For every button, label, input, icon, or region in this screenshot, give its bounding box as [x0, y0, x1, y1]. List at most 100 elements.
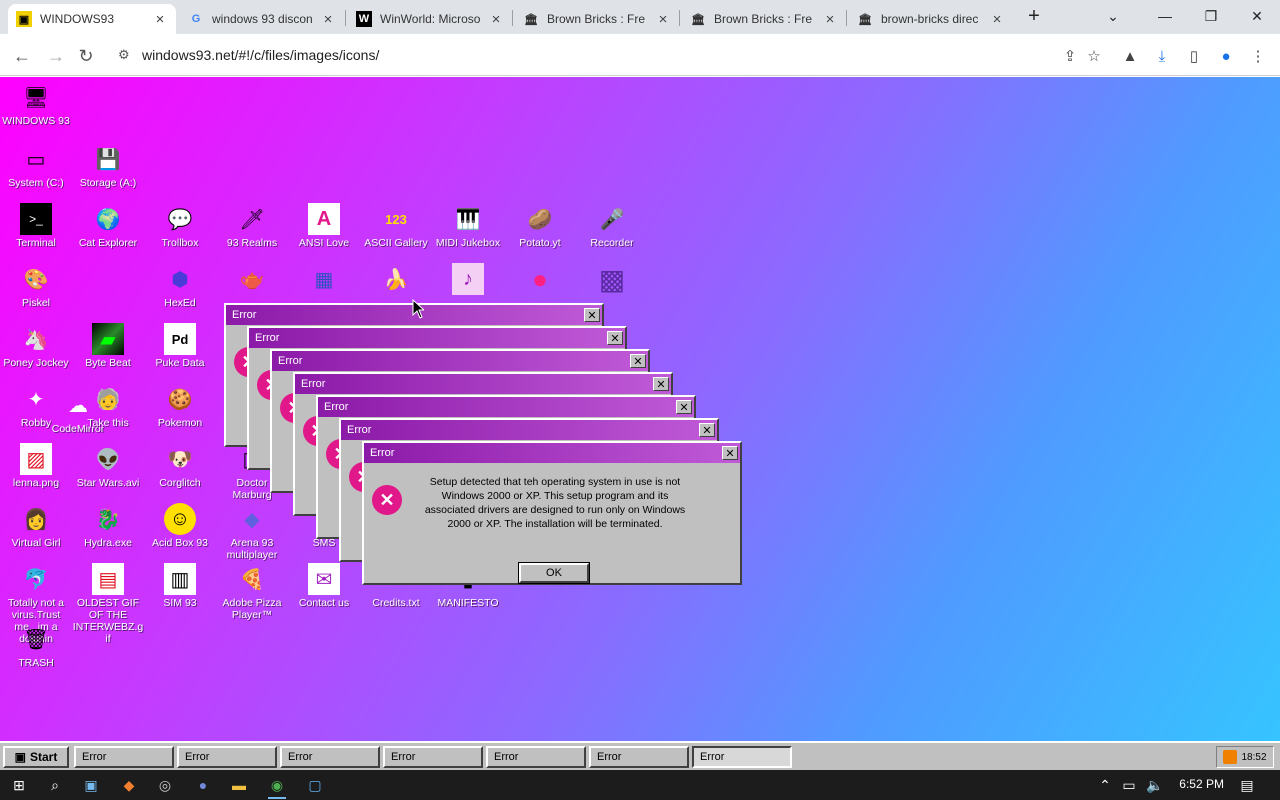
desktop-icon-byte-beat[interactable]: ▰ Byte Beat [72, 323, 144, 369]
close-icon[interactable]: ✕ [699, 423, 715, 437]
tab-google-search[interactable]: G windows 93 discon × [180, 4, 344, 34]
tab-archive-3[interactable]: 🏛 brown-bricks direc × [849, 4, 1013, 34]
tab-archive-2[interactable]: 🏛 Brown Bricks : Fre × [682, 4, 846, 34]
start-button[interactable]: ▣ Start [3, 746, 69, 768]
taskbar-item-error[interactable]: Error [280, 746, 380, 768]
rss-icon[interactable] [1223, 750, 1238, 764]
desktop-icon-potato[interactable]: 🥔 Potato.yt [504, 203, 576, 250]
close-tab-icon[interactable]: × [989, 11, 1005, 28]
desktop-icon-cat-explorer[interactable]: 🌍 Cat Explorer [72, 203, 144, 250]
share-icon[interactable]: ⇪ [1058, 44, 1082, 68]
desktop-icon-adobe-pizza[interactable]: 🍕 Adobe Pizza Player™ [216, 563, 288, 622]
taskbar-item-error[interactable]: Error [589, 746, 689, 768]
close-icon[interactable]: ✕ [722, 446, 738, 460]
close-tab-icon[interactable]: × [655, 11, 671, 28]
close-tab-icon[interactable]: × [822, 11, 838, 28]
desktop-icon-vanda[interactable]: ♪ [432, 263, 504, 295]
taskbar-item-error-active[interactable]: Error [692, 746, 792, 768]
desktop-icon-lenna[interactable]: ▨ lenna.png [0, 443, 72, 489]
settings-app-icon[interactable]: ◎ [150, 773, 180, 797]
desktop-icon-dos[interactable]: ● [504, 263, 576, 295]
chrome-icon[interactable]: ◉ [262, 773, 292, 799]
desktop-icon-calc[interactable]: ▦ [288, 263, 360, 295]
taskbar-item-error[interactable]: Error [383, 746, 483, 768]
close-icon[interactable]: ✕ [607, 331, 623, 345]
close-tab-icon[interactable]: × [320, 11, 336, 28]
file-explorer-icon[interactable]: ▬ [224, 773, 254, 797]
ok-button[interactable]: OK [518, 562, 590, 584]
close-tab-icon[interactable]: × [488, 11, 504, 28]
desktop-icon-trash[interactable]: 🗑 TRASH [0, 623, 72, 670]
reload-button[interactable]: ↻ [72, 42, 100, 70]
tab-archive-1[interactable]: 🏛 Brown Bricks : Fre × [515, 4, 679, 34]
url-text[interactable]: windows93.net/#!/c/files/images/icons/ [142, 47, 379, 63]
taskbar-item-error[interactable]: Error [177, 746, 277, 768]
close-icon[interactable]: ✕ [630, 354, 646, 368]
close-icon[interactable]: ✕ [584, 308, 600, 322]
desktop[interactable]: 🖥 WINDOWS 93 ▭ System (C:) 💾 Storage (A:) >… [0, 77, 1280, 741]
desktop-icon-puke-data[interactable]: Pd Puke Data [144, 323, 216, 369]
desktop-icon-take-this[interactable]: 🧓 Take this [72, 383, 144, 430]
desktop-icon-maze-3d[interactable]: ▩ [576, 263, 648, 295]
os-clock[interactable]: 6:52 PM [1179, 777, 1224, 791]
error-window-active[interactable]: Error ✕ ✕ Setup detected that teh operati… [362, 441, 742, 585]
close-icon[interactable]: ✕ [653, 377, 669, 391]
volume-icon[interactable]: 🔈 [1140, 773, 1170, 797]
tab-windows93[interactable]: ▣ WINDOWS93 × [8, 4, 176, 34]
profile-icon[interactable]: ● [1214, 44, 1238, 68]
address-bar[interactable]: ⚙ windows93.net/#!/c/files/images/icons/ [110, 39, 1110, 71]
desktop-icon-banana[interactable]: 🍌 [360, 263, 432, 295]
desktop-icon-oldest-gif[interactable]: ▤ OLDEST GIF OF THE INTERWEBZ.gif [72, 563, 144, 645]
desktop-icon-storage-a[interactable]: 💾 Storage (A:) [72, 143, 144, 190]
taskbar-item-error[interactable]: Error [486, 746, 586, 768]
desktop-icon-system-c[interactable]: ▭ System (C:) [0, 143, 72, 190]
desktop-icon-windows93[interactable]: 🖥 WINDOWS 93 [0, 81, 72, 128]
tab-winworld[interactable]: W WinWorld: Microso × [348, 4, 512, 34]
desktop-icon-corglitch[interactable]: 🐶 Corglitch [144, 443, 216, 490]
close-window-button[interactable]: ✕ [1234, 0, 1280, 32]
bookmark-star-icon[interactable]: ☆ [1082, 44, 1106, 68]
restore-button[interactable]: ❐ [1188, 0, 1234, 32]
app-window-icon[interactable]: ▢ [300, 773, 330, 797]
task-view-icon[interactable]: ▣ [76, 773, 106, 797]
back-button[interactable]: ← [8, 42, 36, 70]
window-titlebar[interactable]: Error ✕ [295, 374, 671, 394]
desktop-icon-arena-93[interactable]: ◆ Arena 93 multiplayer [216, 503, 288, 562]
new-tab-button[interactable]: + [1016, 0, 1052, 32]
forward-button[interactable]: → [42, 42, 70, 70]
desktop-icon-acid-box[interactable]: ☺ Acid Box 93 [144, 503, 216, 549]
close-icon[interactable]: ✕ [676, 400, 692, 414]
window-titlebar[interactable]: Error ✕ [364, 443, 740, 463]
app-icon[interactable]: ◆ [114, 773, 144, 797]
desktop-icon-terminal[interactable]: >_ Terminal [0, 203, 72, 249]
site-info-icon[interactable]: ⚙ [118, 47, 130, 63]
windows-start-icon[interactable]: ⊞ [4, 773, 34, 797]
desktop-icon-sim93[interactable]: ▥ SIM 93 [144, 563, 216, 609]
desktop-icon-93-realms[interactable]: 🗡 93 Realms [216, 203, 288, 250]
desktop-icon-pokemon[interactable]: 🍪 Pokemon [144, 383, 216, 430]
desktop-icon-ansi-love[interactable]: A ANSI Love [288, 203, 360, 249]
window-titlebar[interactable]: Error ✕ [341, 420, 717, 440]
window-titlebar[interactable]: Error ✕ [318, 397, 694, 417]
window-titlebar[interactable]: Error ✕ [272, 351, 648, 371]
close-tab-icon[interactable]: × [152, 11, 168, 28]
desktop-icon-hexed[interactable]: ⬢ HexEd [144, 263, 216, 310]
desktop-icon-ascii-gallery[interactable]: 123 ASCII Gallery [360, 203, 432, 250]
desktop-icon-poney-jockey[interactable]: 🦄 Poney Jockey [0, 323, 72, 370]
desktop-icon-star-wars[interactable]: 👽 Star Wars.avi [72, 443, 144, 490]
extension-icon[interactable]: ▲ [1118, 44, 1142, 68]
desktop-icon-piskel[interactable]: 🎨 Piskel [0, 263, 72, 310]
desktop-icon-recorder[interactable]: 🎤 Recorder [576, 203, 648, 250]
download-icon[interactable]: ⤓ [1150, 44, 1174, 68]
tab-search-button[interactable]: ⌄ [1090, 0, 1136, 32]
taskbar-item-error[interactable]: Error [74, 746, 174, 768]
desktop-icon-trollbox[interactable]: 💬 Trollbox [144, 203, 216, 250]
desktop-icon-virtual-girl[interactable]: 👩 Virtual Girl [0, 503, 72, 550]
notifications-icon[interactable]: ▤ [1232, 773, 1262, 797]
desktop-icon-3d[interactable]: 🫖 [216, 263, 288, 295]
search-icon[interactable]: ⌕ [40, 773, 70, 797]
desktop-icon-hydra[interactable]: 🐉 Hydra.exe [72, 503, 144, 550]
desktop-icon-contact-us[interactable]: ✉ Contact us [288, 563, 360, 609]
discord-icon[interactable]: ● [188, 773, 218, 797]
window-titlebar[interactable]: Error ✕ [249, 328, 625, 348]
